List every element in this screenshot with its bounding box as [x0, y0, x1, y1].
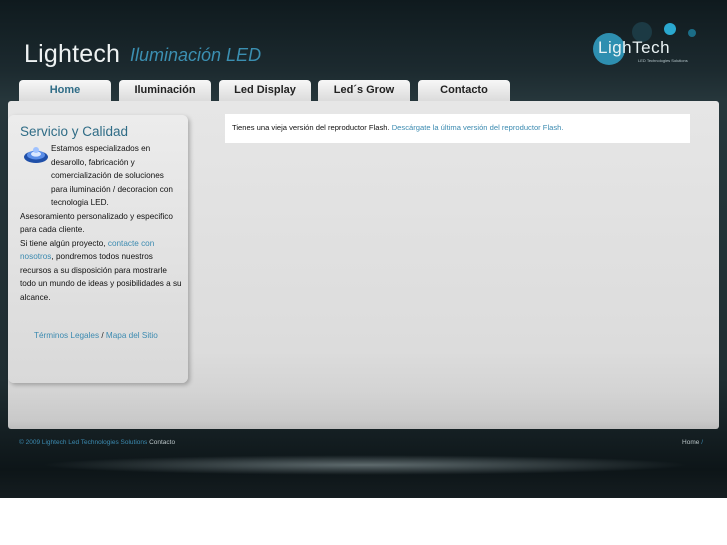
sidebar-links: Términos Legales / Mapa del Sitio	[34, 331, 158, 340]
tab-led-display[interactable]: Led Display	[219, 80, 311, 102]
sidebar-intro: Estamos especializados en desarollo, fab…	[51, 144, 173, 207]
logo-dot	[664, 23, 676, 35]
page-background: Lightech Iluminación LED LighTech LED Te…	[0, 0, 727, 498]
lightech-logo[interactable]: LighTech LED Technologies Solutions	[588, 18, 723, 70]
flash-download-link[interactable]: Descárgate la última versión del reprodu…	[392, 123, 564, 132]
sidebar-title: Servicio y Calidad	[20, 124, 129, 139]
legal-terms-link[interactable]: Términos Legales	[34, 331, 99, 340]
footer-separator: /	[701, 439, 703, 446]
logo-subtitle: LED Technologies Solutions	[638, 58, 688, 63]
sidebar-project-pre: Si tiene algún proyecto,	[20, 238, 108, 248]
tab-leds-grow[interactable]: Led´s Grow	[318, 80, 410, 102]
tab-contacto[interactable]: Contacto	[418, 80, 510, 102]
sidebar-advice: Asesoramiento personalizado y especifico…	[20, 211, 173, 235]
footer-contact-link[interactable]: Contacto	[149, 439, 175, 446]
site-tagline: Iluminación LED	[130, 45, 262, 65]
footer-home-link[interactable]: Home	[682, 439, 699, 446]
logo-text: LighTech	[598, 38, 671, 57]
sidebar-text: Estamos especializados en desarollo, fab…	[20, 142, 182, 304]
footer-glow	[40, 455, 690, 475]
logo-dot	[688, 29, 696, 37]
tab-home[interactable]: Home	[19, 80, 111, 102]
site-title: Lightech	[24, 40, 121, 68]
sitemap-link[interactable]: Mapa del Sitio	[106, 331, 158, 340]
flash-notice: Tienes una vieja versión del reproductor…	[225, 114, 690, 143]
footer-nav: Home /	[682, 439, 703, 446]
sidebar: Servicio y Calidad Estamos especializado…	[8, 115, 188, 383]
copyright-link[interactable]: © 2009 Lightech Led Technologies Solutio…	[19, 439, 147, 446]
footer-copyright: © 2009 Lightech Led Technologies Solutio…	[19, 439, 175, 446]
tab-iluminacion[interactable]: Iluminación	[119, 80, 211, 102]
link-separator: /	[101, 331, 104, 340]
flash-notice-text: Tienes una vieja versión del reproductor…	[232, 123, 392, 132]
